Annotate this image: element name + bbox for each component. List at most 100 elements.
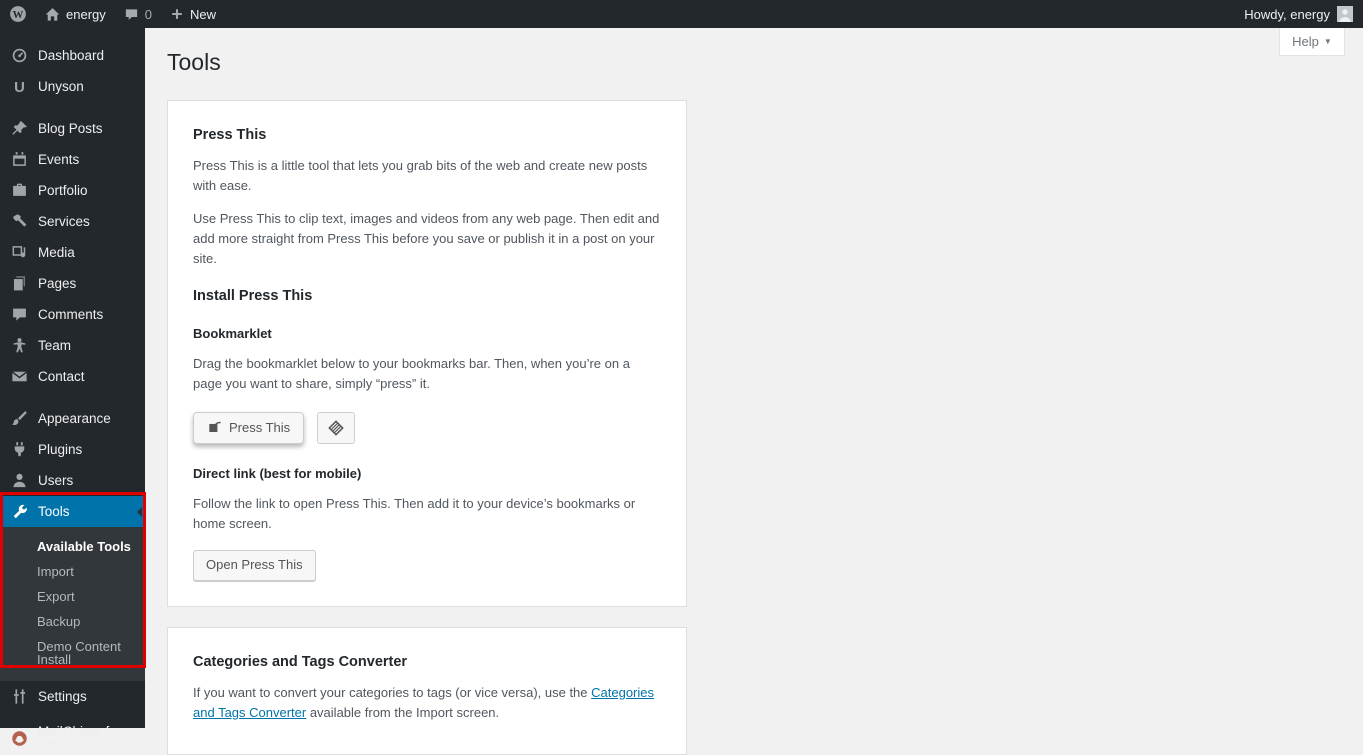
direct-link-description: Follow the link to open Press This. Then… (193, 496, 636, 532)
converter-text-after: available from the Import screen. (306, 704, 500, 720)
submenu-arrow-icon (137, 506, 142, 517)
comments-icon (10, 305, 29, 324)
admin-sidebar: Dashboard U Unyson Blog Posts Events Por… (0, 28, 145, 754)
sidebar-item-users[interactable]: Users (0, 465, 145, 496)
bookmarklet-buttons: Press This (193, 411, 661, 445)
sidebar-item-label: Tools (38, 504, 70, 519)
sidebar-item-tools[interactable]: Tools (0, 496, 145, 527)
sidebar-item-plugins[interactable]: Plugins (0, 434, 145, 465)
sidebar-item-label: Settings (38, 689, 87, 704)
bookmarklet-tag-icon (326, 418, 346, 438)
bookmarklet-description: Drag the bookmarklet below to your bookm… (193, 355, 630, 391)
wordpress-logo-menu[interactable]: W (0, 0, 36, 28)
sidebar-item-settings[interactable]: Settings (0, 681, 145, 712)
sidebar-item-label: Dashboard (38, 48, 105, 63)
unyson-icon: U (10, 77, 29, 96)
sidebar-item-label: Appearance (38, 411, 111, 426)
sidebar-item-label: Pages (38, 276, 77, 291)
press-this-bookmarklet-button[interactable]: Press This (193, 411, 305, 445)
sidebar-item-label: Services (38, 214, 90, 229)
pressthis-icon (207, 420, 222, 435)
comments-menu[interactable]: 0 (115, 0, 161, 28)
submenu-item-backup[interactable]: Backup (0, 609, 145, 634)
sidebar-item-media[interactable]: Media (0, 237, 145, 268)
sidebar-item-label: Contact (38, 369, 85, 384)
comment-count: 0 (144, 6, 152, 22)
converter-heading: Categories and Tags Converter (193, 653, 408, 670)
sliders-icon (10, 687, 29, 706)
chevron-down-icon: ▼ (1323, 37, 1332, 46)
wrench-icon (10, 502, 29, 521)
plug-icon (10, 440, 29, 459)
sidebar-item-team[interactable]: Team (0, 330, 145, 361)
avatar (1337, 6, 1353, 22)
briefcase-icon (10, 181, 29, 200)
help-tab[interactable]: Help ▼ (1279, 28, 1345, 56)
submenu-item-label: Import (37, 564, 74, 579)
comment-bubble-icon (124, 7, 139, 22)
home-icon (45, 7, 60, 22)
direct-link-heading: Direct link (best for mobile) (193, 466, 362, 482)
sidebar-item-label: Portfolio (38, 183, 88, 198)
dashboard-icon (10, 46, 29, 65)
howdy-text: Howdy, energy (1244, 6, 1330, 22)
pages-icon (10, 274, 29, 293)
sidebar-item-label: Blog Posts (38, 121, 103, 136)
person-access-icon (10, 336, 29, 355)
sidebar-item-label: Media (38, 245, 75, 260)
new-menu[interactable]: New (161, 0, 225, 28)
sidebar-item-blog-posts[interactable]: Blog Posts (0, 113, 145, 144)
submenu-item-label: Backup (37, 614, 81, 629)
submenu-item-demo-content-install[interactable]: Demo Content Install (0, 634, 145, 672)
sidebar-item-portfolio[interactable]: Portfolio (0, 175, 145, 206)
sidebar-item-pages[interactable]: Pages (0, 268, 145, 299)
open-press-this-button[interactable]: Open Press This (193, 550, 316, 581)
converter-card: Categories and Tags Converter If you wan… (167, 626, 687, 755)
sidebar-separator (0, 392, 145, 403)
sidebar-separator (0, 712, 145, 723)
new-label: New (189, 6, 216, 22)
calendar-icon (10, 150, 29, 169)
sidebar-item-dashboard[interactable]: Dashboard (0, 40, 145, 71)
plus-icon (170, 7, 184, 21)
sidebar-item-label: Plugins (38, 442, 83, 457)
submenu-item-label: Available Tools (37, 539, 131, 554)
pushpin-icon (10, 119, 29, 138)
sidebar-item-appearance[interactable]: Appearance (0, 403, 145, 434)
open-press-this-label: Open Press This (206, 557, 303, 573)
bookmarklet-code-button[interactable] (317, 411, 356, 444)
wordpress-logo-icon: W (9, 5, 27, 23)
sidebar-item-services[interactable]: Services (0, 206, 145, 237)
account-menu[interactable]: Howdy, energy (1244, 6, 1363, 22)
install-press-this-heading: Install Press This (193, 287, 313, 304)
sidebar-separator (0, 102, 145, 113)
submenu-item-export[interactable]: Export (0, 584, 145, 609)
tools-submenu: Available Tools Import Export Backup Dem… (0, 527, 145, 681)
sidebar-item-events[interactable]: Events (0, 144, 145, 175)
press-this-card: Press This Press This is a little tool t… (167, 99, 687, 607)
sidebar-item-label: Users (38, 473, 74, 488)
converter-text-before: If you want to convert your categories t… (193, 684, 592, 700)
media-icon (10, 243, 29, 262)
sidebar-item-comments[interactable]: Comments (0, 299, 145, 330)
site-menu[interactable]: energy (36, 0, 115, 28)
hammer-icon (10, 212, 29, 231)
submenu-item-import[interactable]: Import (0, 559, 145, 584)
svg-text:U: U (14, 80, 25, 95)
sidebar-item-label: Unyson (38, 79, 84, 94)
mailchimp-icon (10, 729, 29, 748)
sidebar-item-label: Events (38, 152, 80, 167)
help-label: Help (1292, 34, 1319, 49)
user-icon (10, 471, 29, 490)
submenu-item-available-tools[interactable]: Available Tools (0, 534, 145, 559)
sidebar-item-contact[interactable]: Contact (0, 361, 145, 392)
submenu-item-label: Export (37, 589, 75, 604)
sidebar-item-unyson[interactable]: U Unyson (0, 71, 145, 102)
submenu-item-label: Demo Content Install (37, 639, 121, 667)
sidebar-item-label: Comments (38, 307, 104, 322)
converter-description: If you want to convert your categories t… (193, 683, 661, 723)
sidebar-item-label: Team (38, 338, 72, 353)
envelope-icon (10, 367, 29, 386)
svg-text:W: W (13, 9, 24, 21)
press-this-heading: Press This (193, 126, 267, 143)
